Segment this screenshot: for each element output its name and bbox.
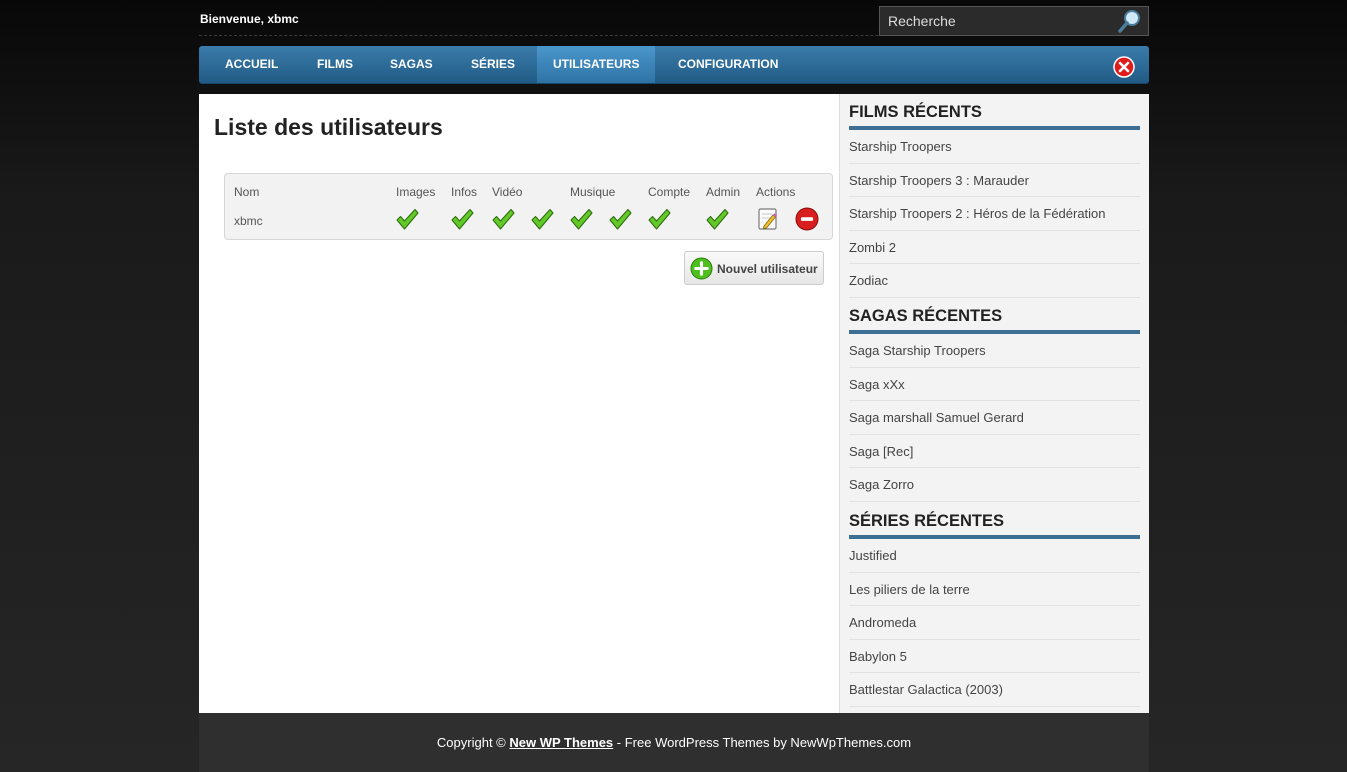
nav-accueil[interactable]: ACCUEIL (209, 46, 294, 83)
sidebar: FILMS RÉCENTS Starship Troopers Starship… (839, 94, 1149, 713)
footer-prefix: Copyright © (436, 735, 506, 750)
col-admin: Admin (706, 185, 741, 199)
sidebar-link[interactable]: Zodiac (849, 264, 1140, 298)
sidebar-link[interactable]: Babylon 5 (849, 640, 1140, 673)
search-input[interactable]: Recherche (879, 6, 1149, 36)
sidebar-link[interactable]: Battlestar Galactica (2003) (849, 673, 1140, 707)
sidebar-link[interactable]: Les piliers de la terre (849, 573, 1140, 606)
check-icon (450, 207, 474, 231)
check-icon (647, 207, 671, 231)
check-icon (395, 207, 419, 231)
sidebar-link[interactable]: Saga marshall Samuel Gerard (849, 401, 1140, 435)
col-infos: Infos (451, 185, 478, 199)
check-icon (705, 207, 729, 231)
widget-title: SAGAS RÉCENTES (849, 304, 1140, 334)
check-icon (491, 207, 515, 231)
nav-series[interactable]: SÉRIES (455, 46, 531, 83)
footer: Copyright © New WP Themes - Free WordPre… (199, 713, 1149, 772)
nav-utilisateurs[interactable]: UTILISATEURS (537, 46, 656, 83)
close-icon[interactable] (1113, 56, 1135, 78)
sidebar-link[interactable]: Starship Troopers 2 : Héros de la Fédéra… (849, 197, 1140, 231)
nav-films[interactable]: FILMS (301, 46, 369, 83)
col-nom: Nom (234, 185, 260, 199)
edit-icon[interactable] (756, 207, 780, 231)
widget-title: FILMS RÉCENTS (849, 100, 1140, 130)
new-user-label: Nouvel utilisateur (717, 262, 818, 276)
search-icon[interactable] (1118, 9, 1142, 33)
check-icon (569, 207, 593, 231)
nav-sagas[interactable]: SAGAS (374, 46, 449, 83)
new-user-button[interactable]: Nouvel utilisateur (684, 251, 824, 285)
col-actions: Actions (756, 185, 796, 199)
col-compte: Compte (648, 185, 691, 199)
user-name: xbmc (234, 214, 263, 228)
sidebar-link[interactable]: Saga [Rec] (849, 435, 1140, 468)
delete-icon[interactable] (795, 207, 819, 231)
footer-link[interactable]: New WP Themes (509, 735, 613, 750)
sidebar-link[interactable]: Saga Zorro (849, 468, 1140, 502)
users-table: Nom Images Infos Vidéo Musique Compte Ad… (224, 173, 833, 240)
footer-text: Copyright © New WP Themes - Free WordPre… (199, 735, 1149, 750)
check-icon (608, 207, 632, 231)
main-content: Liste des utilisateurs Nom Images Infos … (199, 94, 839, 713)
widget-series-recentes: SÉRIES RÉCENTES Justified Les piliers de… (849, 509, 1140, 707)
sidebar-link[interactable]: Starship Troopers 3 : Marauder (849, 164, 1140, 197)
page-title: Liste des utilisateurs (214, 114, 443, 140)
search-placeholder: Recherche (888, 13, 956, 29)
col-images: Images (396, 185, 436, 199)
sidebar-link[interactable]: Starship Troopers (849, 130, 1140, 164)
widget-sagas-recentes: SAGAS RÉCENTES Saga Starship Troopers Sa… (849, 304, 1140, 502)
welcome-text: Bienvenue, xbmc (200, 12, 299, 26)
footer-suffix: - Free WordPress Themes by NewWpThemes.c… (616, 735, 912, 750)
col-musique: Musique (570, 185, 616, 199)
sidebar-link[interactable]: Andromeda (849, 606, 1140, 640)
sidebar-link[interactable]: Justified (849, 539, 1140, 573)
sidebar-link[interactable]: Saga xXx (849, 368, 1140, 401)
main-nav: ACCUEIL FILMS SAGAS SÉRIES UTILISATEURS … (199, 46, 1149, 84)
check-icon (530, 207, 554, 231)
col-video: Vidéo (492, 185, 523, 199)
sidebar-link[interactable]: Saga Starship Troopers (849, 334, 1140, 368)
add-icon (690, 257, 713, 280)
widget-title: SÉRIES RÉCENTES (849, 509, 1140, 539)
sidebar-link[interactable]: Zombi 2 (849, 231, 1140, 264)
widget-films-recents: FILMS RÉCENTS Starship Troopers Starship… (849, 100, 1140, 298)
nav-configuration[interactable]: CONFIGURATION (662, 46, 794, 83)
